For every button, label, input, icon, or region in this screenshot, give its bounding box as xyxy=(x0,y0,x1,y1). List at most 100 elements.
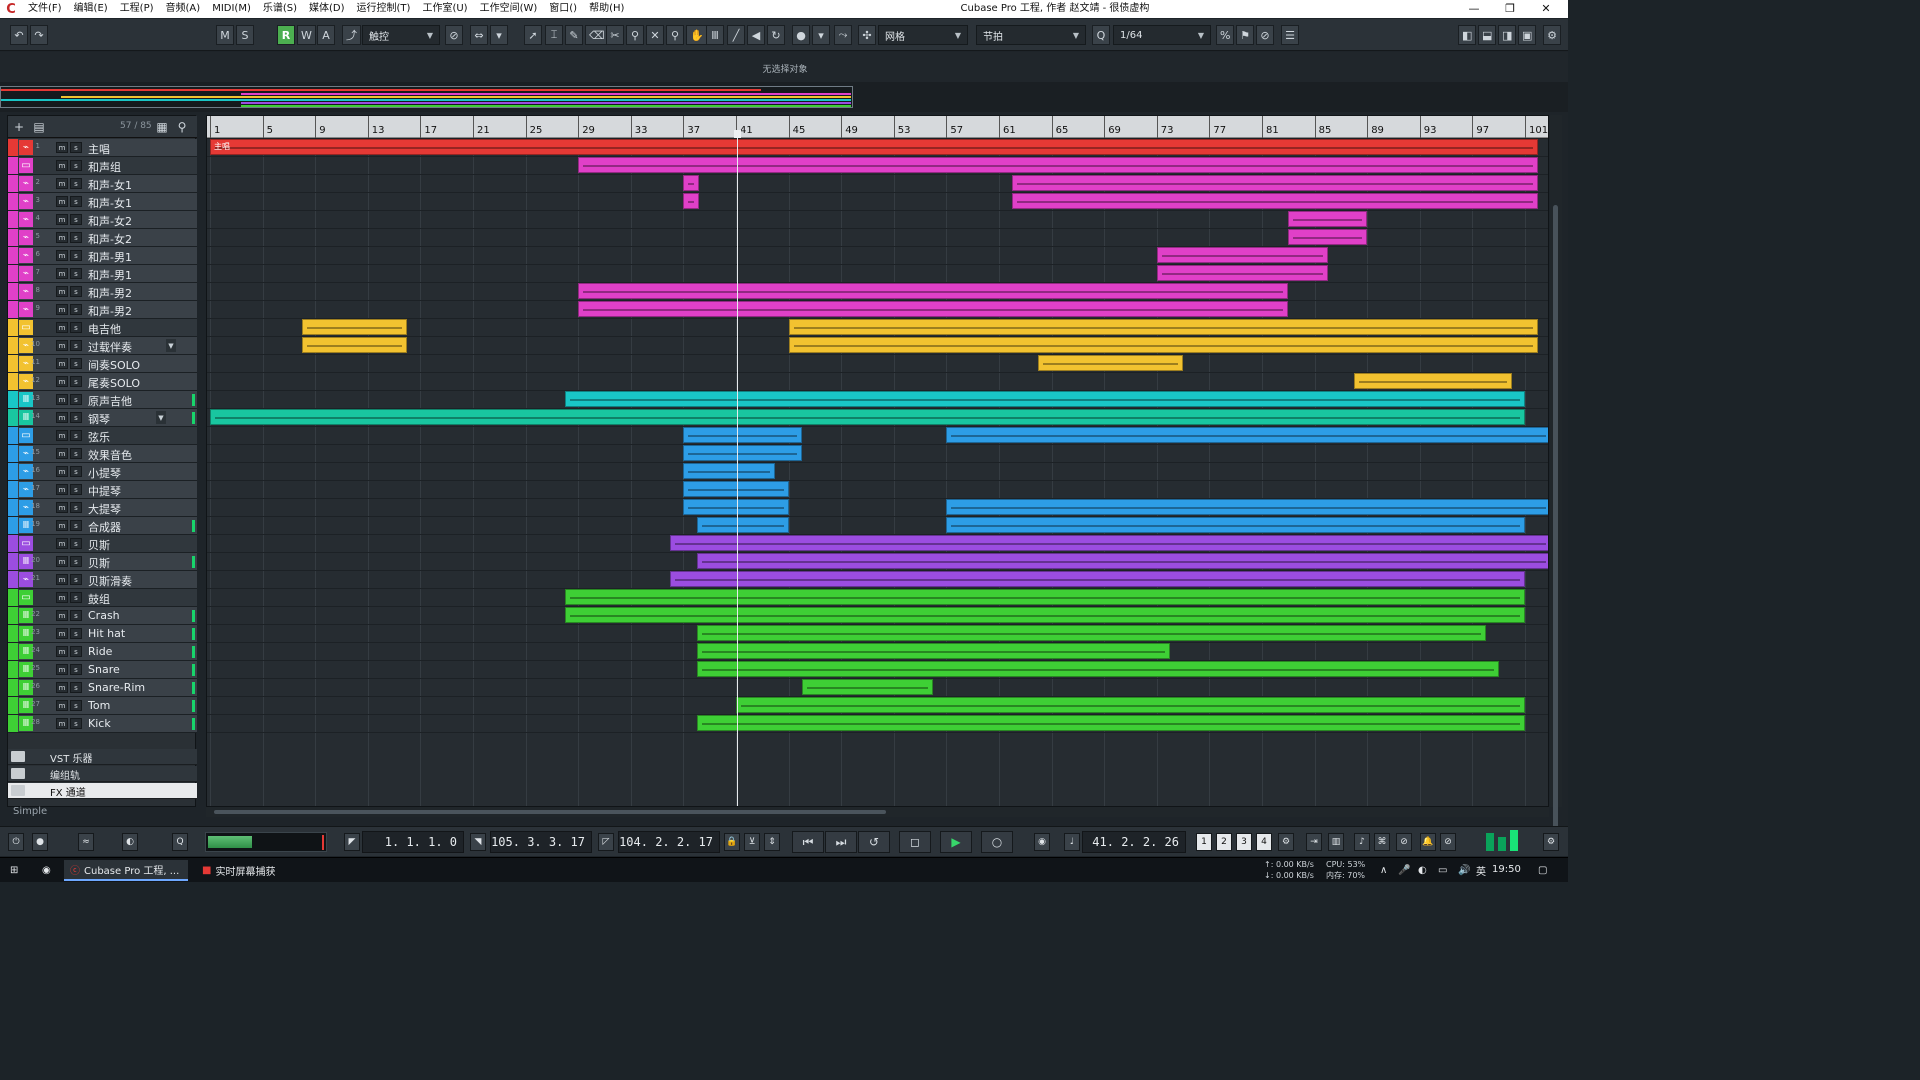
color-dropdown-icon[interactable]: ▾ xyxy=(812,25,830,45)
track-name[interactable]: 中提琴 xyxy=(88,483,121,499)
app-tray-icon[interactable]: ◐ xyxy=(1412,860,1433,881)
left-locator-icon[interactable]: ◤ xyxy=(344,833,360,851)
track-color-strip[interactable] xyxy=(8,355,18,372)
stop-button[interactable]: ◻ xyxy=(899,831,931,853)
click-icon[interactable]: 🔔 xyxy=(1420,833,1436,851)
track-row[interactable]: ⌁ 1 m s 主唱 xyxy=(8,139,197,157)
solo-button[interactable]: s xyxy=(70,664,82,675)
track-name[interactable]: 效果音色 xyxy=(88,447,132,463)
audio-event[interactable] xyxy=(946,427,1548,443)
solo-button[interactable]: s xyxy=(70,268,82,279)
marker-settings-gear-icon[interactable]: ⚙ xyxy=(1278,833,1294,851)
minimize-button[interactable]: — xyxy=(1456,0,1492,18)
track-name[interactable]: Ride xyxy=(88,645,112,658)
iq-icon[interactable]: % xyxy=(1216,25,1235,45)
audio-event[interactable] xyxy=(1156,265,1328,281)
audio-event[interactable] xyxy=(696,517,789,533)
bottom-folder-row[interactable]: 编组轨 xyxy=(8,766,197,782)
track-name[interactable]: 贝斯 xyxy=(88,537,110,553)
mute-button[interactable]: m xyxy=(56,340,68,351)
cycle-button[interactable]: ↺ xyxy=(858,831,890,853)
solo-button[interactable]: s xyxy=(70,160,82,171)
track-name[interactable]: 和声-男1 xyxy=(88,249,132,265)
glue-tool-icon[interactable]: ⚲ xyxy=(626,25,644,45)
track-row[interactable]: Ⅲ 22 m s Crash xyxy=(8,607,197,625)
track-row[interactable]: Ⅲ 25 m s Snare xyxy=(8,661,197,679)
mute-button[interactable]: m xyxy=(56,700,68,711)
auto-button[interactable]: A xyxy=(317,25,335,45)
go-to-previous-button[interactable]: ⏮ xyxy=(792,831,824,853)
mute-button[interactable]: m xyxy=(56,592,68,603)
track-color-strip[interactable] xyxy=(8,247,18,264)
audio-event[interactable] xyxy=(210,409,1525,425)
network-icon[interactable]: ▭ xyxy=(1432,860,1453,881)
track-name[interactable]: 合成器 xyxy=(88,519,121,535)
track-row[interactable]: ⌁ 5 m s 和声-女2 xyxy=(8,229,197,247)
solo-all-button[interactable]: S xyxy=(236,25,254,45)
track-color-strip[interactable] xyxy=(8,589,18,606)
track-color-strip[interactable] xyxy=(8,571,18,588)
project-overview[interactable] xyxy=(0,82,1568,112)
mute-button[interactable]: m xyxy=(56,538,68,549)
mute-button[interactable]: m xyxy=(56,412,68,423)
mute-button[interactable]: m xyxy=(56,556,68,567)
transport-settings-gear-icon[interactable]: ⚙ xyxy=(1543,833,1559,851)
track-color-strip[interactable] xyxy=(8,679,18,696)
solo-button[interactable]: s xyxy=(70,286,82,297)
track-color-strip[interactable] xyxy=(8,643,18,660)
mute-button[interactable]: m xyxy=(56,304,68,315)
audio-event[interactable] xyxy=(565,607,1525,623)
audio-event[interactable] xyxy=(696,553,1548,569)
solo-button[interactable]: s xyxy=(70,178,82,189)
track-row[interactable]: ▭ m s 和声组 xyxy=(8,157,197,175)
track-row[interactable]: ⌁ 12 m s 尾奏SOLO xyxy=(8,373,197,391)
audio-event[interactable] xyxy=(946,499,1548,515)
track-row[interactable]: ⌁ 18 m s 大提琴 xyxy=(8,499,197,517)
track-name[interactable]: 和声-男1 xyxy=(88,267,132,283)
solo-button[interactable]: s xyxy=(70,304,82,315)
track-color-strip[interactable] xyxy=(8,193,18,210)
vertical-scroll-thumb[interactable] xyxy=(1553,205,1558,845)
snap-type-select[interactable]: 网格 ▼ xyxy=(878,25,968,45)
track-name[interactable]: Snare-Rim xyxy=(88,681,145,694)
solo-button[interactable]: s xyxy=(70,466,82,477)
mute-button[interactable]: m xyxy=(56,286,68,297)
add-track-icon[interactable]: + xyxy=(11,119,27,135)
mute-button[interactable]: m xyxy=(56,628,68,639)
line-tool-icon[interactable]: ╱ xyxy=(727,25,745,45)
solo-button[interactable]: s xyxy=(70,574,82,585)
close-button[interactable]: ✕ xyxy=(1528,0,1564,18)
solo-button[interactable]: s xyxy=(70,196,82,207)
color-tool-icon[interactable]: ● xyxy=(792,25,810,45)
play-tool-icon[interactable]: ◀ xyxy=(747,25,765,45)
scissors-tool-icon[interactable]: ✂ xyxy=(606,25,624,45)
track-name[interactable]: 贝斯滑奏 xyxy=(88,573,132,589)
chevron-down-icon[interactable]: ▼ xyxy=(166,339,176,352)
pointer-tool-icon[interactable]: ➚ xyxy=(524,25,542,45)
track-color-strip[interactable] xyxy=(8,463,18,480)
track-color-strip[interactable] xyxy=(8,139,18,156)
audio-event[interactable] xyxy=(1288,229,1368,245)
audio-event[interactable]: 主唱 xyxy=(210,139,1539,155)
solo-button[interactable]: s xyxy=(70,358,82,369)
sync-icon[interactable]: ⇕ xyxy=(764,833,780,851)
mute-button[interactable]: m xyxy=(56,646,68,657)
audio-event[interactable] xyxy=(683,175,700,191)
mute-button[interactable]: m xyxy=(56,466,68,477)
audio-event[interactable] xyxy=(670,571,1525,587)
track-row[interactable]: Ⅲ 20 m s 贝斯 xyxy=(8,553,197,571)
quantize-icon[interactable]: Q xyxy=(1092,25,1110,45)
audio-event[interactable] xyxy=(683,193,700,209)
audio-event[interactable] xyxy=(683,481,789,497)
range-tool-icon[interactable]: ⌶ xyxy=(545,25,563,45)
track-color-strip[interactable] xyxy=(8,625,18,642)
audio-event[interactable] xyxy=(1354,373,1512,389)
track-row[interactable]: Ⅲ 27 m s Tom xyxy=(8,697,197,715)
mute-button[interactable]: m xyxy=(56,178,68,189)
track-preset-label[interactable]: Simple xyxy=(13,806,47,817)
audio-event[interactable] xyxy=(578,301,1289,317)
ime-indicator[interactable]: 英 xyxy=(1470,860,1492,881)
track-name[interactable]: Tom xyxy=(88,699,110,712)
mute-button[interactable]: m xyxy=(56,214,68,225)
chevron-down-icon[interactable]: ▼ xyxy=(156,411,166,424)
